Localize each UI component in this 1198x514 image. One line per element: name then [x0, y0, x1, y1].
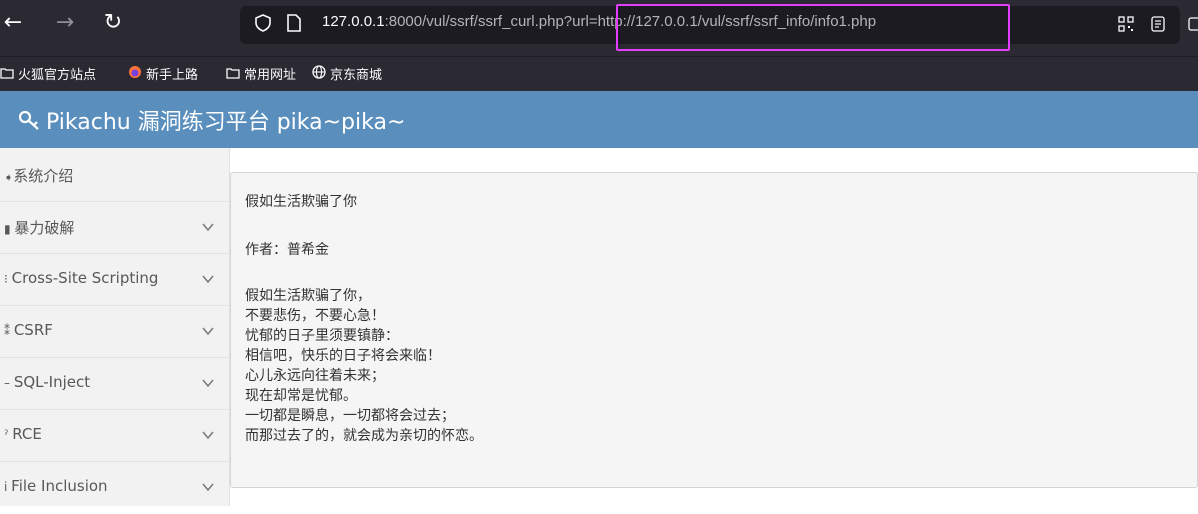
exchange-icon: ⁑ — [4, 324, 14, 338]
bookmark-common-sites[interactable]: 常用网址 — [226, 64, 296, 83]
sidebar-item-label: ▮ 暴力破解 — [4, 219, 75, 237]
poem-body: 假如生活欺骗了你， 不要悲伤，不要心急！ 忧郁的日子里须要镇静： 相信吧，快乐的… — [245, 286, 483, 446]
sidebar-item-sql-inject[interactable]: – SQL-Inject — [0, 358, 229, 410]
back-icon[interactable]: ← — [0, 10, 26, 36]
arrow-circle-icon: ➧ — [4, 171, 14, 184]
minus-icon: – — [4, 376, 14, 390]
poem-line: 忧郁的日子里须要镇静： — [245, 328, 399, 344]
bookmark-label: 火狐官方站点 — [18, 68, 97, 83]
list-icon: ⁝ — [4, 272, 12, 286]
poem-line: 相信吧，快乐的日子将会来临！ — [245, 348, 441, 364]
app-title-text: Pikachu 漏洞练习平台 pika~pika~ — [46, 110, 406, 135]
reader-view-icon[interactable] — [1150, 16, 1166, 32]
poem-line: 而那过去了的，就会成为亲切的怀恋。 — [245, 428, 483, 444]
reload-icon[interactable]: ↻ — [100, 10, 126, 36]
poem-author: 作者：普希金 — [245, 242, 329, 258]
bookmark-label: 常用网址 — [244, 68, 297, 83]
forward-icon[interactable]: → — [52, 10, 78, 36]
bookmark-jd[interactable]: 京东商城 — [312, 64, 382, 83]
sidebar-item-brute-force[interactable]: ▮ 暴力破解 — [0, 202, 229, 254]
url-host: 127.0.0.1 — [322, 13, 385, 30]
lock-icon: ▮ — [4, 222, 15, 236]
poem-line: 心儿永远向往着未来； — [245, 368, 385, 384]
sidebar-item-intro[interactable]: ➧系统介绍 — [0, 150, 229, 202]
sidebar-item-label: ➧系统介绍 — [4, 167, 74, 185]
sidebar-item-label: ⁝ Cross-Site Scripting — [4, 269, 159, 287]
chevron-down-icon[interactable] — [201, 220, 215, 234]
sidebar-item-rce[interactable]: ˀ RCE — [0, 410, 229, 462]
sidebar-item-file-inclusion[interactable]: ⅰ File Inclusion — [0, 462, 229, 514]
sidebar-item-label: – SQL-Inject — [4, 373, 91, 391]
poem-line: 不要悲伤，不要心急！ — [245, 308, 385, 324]
sidebar-item-label: ⁑ CSRF — [4, 321, 53, 339]
page-icon[interactable] — [286, 14, 302, 32]
chevron-down-icon[interactable] — [201, 376, 215, 390]
shield-icon[interactable] — [254, 14, 272, 32]
sidebar-item-csrf[interactable]: ⁑ CSRF — [0, 306, 229, 358]
bookmark-label: 新手上路 — [146, 68, 199, 83]
sidebar-item-xss[interactable]: ⁝ Cross-Site Scripting — [0, 254, 229, 306]
bookmark-firefox-official[interactable]: 火狐官方站点 — [0, 64, 96, 83]
pin-icon: ˀ — [4, 428, 13, 442]
poem-panel: 假如生活欺骗了你 作者：普希金 假如生活欺骗了你， 不要悲伤，不要心急！ 忧郁的… — [230, 172, 1198, 488]
folder-icon — [0, 67, 14, 83]
chevron-down-icon[interactable] — [201, 428, 215, 442]
bookmark-getting-started[interactable]: 新手上路 — [128, 64, 198, 83]
poem-title: 假如生活欺骗了你 — [245, 194, 357, 210]
poem-line: 现在却常是忧郁。 — [245, 388, 357, 404]
chevron-down-icon[interactable] — [201, 324, 215, 338]
app-title[interactable]: Pikachu 漏洞练习平台 pika~pika~ — [18, 104, 405, 137]
firefox-icon — [128, 65, 142, 83]
poem-line: 一切都是瞬息，一切都将会过去； — [245, 408, 455, 424]
sidebar-item-label: ⅰ File Inclusion — [4, 477, 108, 495]
globe-icon — [312, 65, 326, 83]
sidebar-item-label: ˀ RCE — [4, 425, 42, 443]
url-query-highlight — [616, 4, 1010, 51]
key-icon — [18, 109, 42, 137]
poem-line: 假如生活欺骗了你， — [245, 288, 371, 304]
bookmark-label: 京东商城 — [330, 68, 383, 83]
chevron-down-icon[interactable] — [201, 480, 215, 494]
folder-icon — [226, 67, 240, 83]
extension-icon[interactable] — [1188, 16, 1198, 32]
qr-code-icon[interactable] — [1118, 16, 1134, 32]
chevron-down-icon[interactable] — [201, 272, 215, 286]
